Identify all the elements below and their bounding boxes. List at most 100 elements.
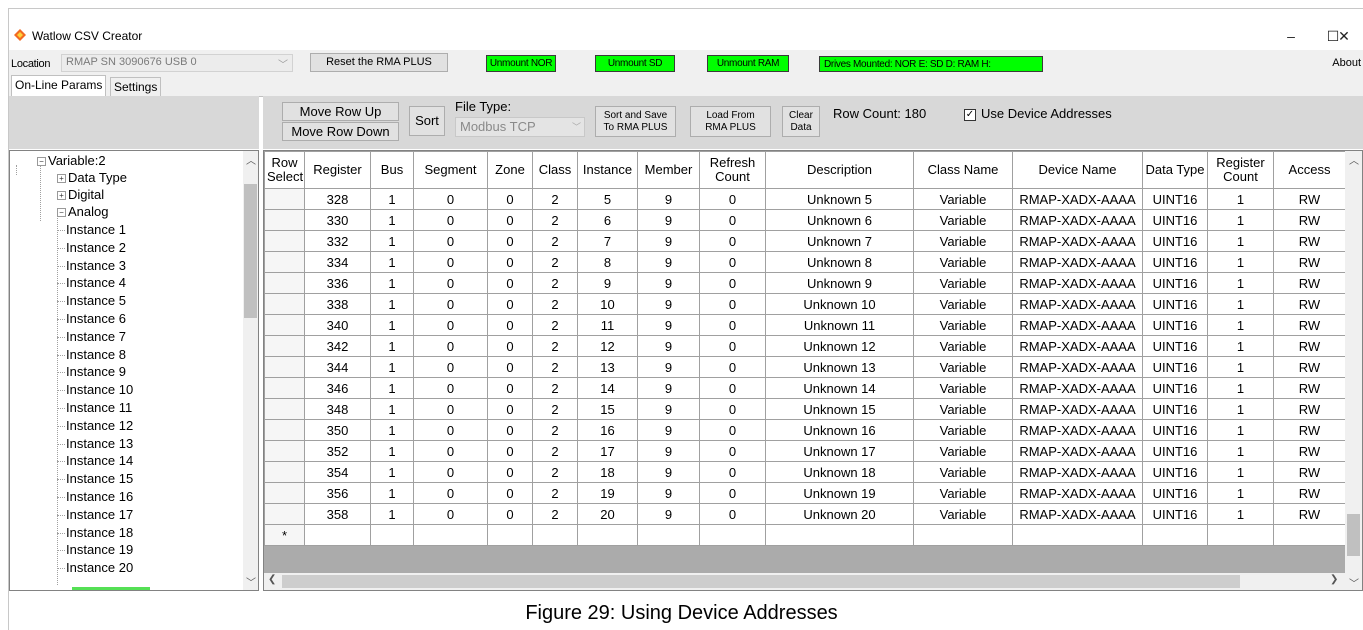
table-cell[interactable]: RW (1273, 293, 1346, 315)
table-row[interactable]: 336 1 0 0 2 9 9 0 Unknown 9 Variable RMAP-XADX-AAA… (264, 272, 1346, 294)
table-cell[interactable]: RMAP-XADX-AAAA (1012, 314, 1143, 336)
table-cell[interactable]: UINT16 (1142, 482, 1208, 504)
table-cell[interactable]: RW (1273, 377, 1346, 399)
table-cell[interactable]: 0 (413, 356, 488, 378)
row-select-cell[interactable] (264, 398, 305, 420)
table-cell[interactable]: UINT16 (1142, 314, 1208, 336)
table-cell[interactable]: 0 (413, 335, 488, 357)
table-cell[interactable]: 1 (1207, 482, 1274, 504)
table-cell[interactable]: UINT16 (1142, 356, 1208, 378)
table-cell[interactable]: 342 (304, 335, 371, 357)
file-type-select[interactable]: Modbus TCP ﹀ (455, 117, 585, 137)
table-cell[interactable]: Unknown 9 (765, 272, 914, 294)
grid-horizontal-thumb[interactable] (282, 575, 1240, 588)
table-cell[interactable]: 0 (699, 419, 766, 441)
table-cell[interactable] (765, 524, 914, 546)
row-select-cell[interactable] (264, 440, 305, 462)
table-cell[interactable]: RW (1273, 314, 1346, 336)
load-from-rma-button[interactable]: Load From RMA PLUS (690, 106, 771, 137)
table-cell[interactable]: UINT16 (1142, 293, 1208, 315)
table-cell[interactable]: RW (1273, 419, 1346, 441)
table-cell[interactable] (370, 524, 414, 546)
table-cell[interactable]: RW (1273, 209, 1346, 231)
row-select-cell[interactable]: * (264, 524, 305, 546)
table-cell[interactable]: Unknown 13 (765, 356, 914, 378)
scroll-up-icon[interactable]: ︿ (246, 152, 256, 167)
table-cell[interactable]: 1 (370, 482, 414, 504)
table-cell[interactable]: 0 (413, 440, 488, 462)
table-cell[interactable]: 12 (577, 335, 638, 357)
table-cell[interactable]: UINT16 (1142, 440, 1208, 462)
column-header[interactable]: Register Count (1207, 151, 1274, 189)
table-cell[interactable]: 2 (532, 440, 578, 462)
column-header[interactable]: Bus (370, 151, 414, 189)
row-select-cell[interactable] (264, 335, 305, 357)
collapse-icon[interactable]: − (57, 208, 66, 218)
tree-node-instance[interactable]: Instance 19 (57, 542, 133, 557)
tree-node-instance[interactable]: Instance 12 (57, 418, 133, 433)
table-cell[interactable]: 0 (699, 398, 766, 420)
table-cell[interactable]: 1 (1207, 398, 1274, 420)
table-cell[interactable]: 2 (532, 335, 578, 357)
table-cell[interactable]: Variable (913, 209, 1013, 231)
table-cell[interactable]: 1 (1207, 314, 1274, 336)
about-link[interactable]: About (1332, 57, 1361, 69)
table-cell[interactable]: RMAP-XADX-AAAA (1012, 230, 1143, 252)
table-cell[interactable]: RMAP-XADX-AAAA (1012, 209, 1143, 231)
tree-node-instance[interactable]: Instance 17 (57, 507, 133, 522)
row-select-cell[interactable] (264, 503, 305, 525)
tree-node-instance[interactable]: Instance 18 (57, 525, 133, 540)
table-cell[interactable]: 352 (304, 440, 371, 462)
table-row[interactable]: 338 1 0 0 2 10 9 0 Unknown 10 Variable RMAP-XADX-A… (264, 293, 1346, 315)
tree-node-instance[interactable]: Instance 6 (57, 311, 126, 326)
table-cell[interactable]: 0 (487, 209, 533, 231)
tree-scrollbar-thumb[interactable] (244, 184, 257, 318)
table-cell[interactable]: 9 (637, 251, 700, 273)
table-cell[interactable]: UINT16 (1142, 419, 1208, 441)
tree-view[interactable]: − Variable:2 + Data Type + Digital − Analog … (9, 150, 259, 591)
table-row[interactable]: 330 1 0 0 2 6 9 0 Unknown 6 Variable RMAP-XADX-AAA… (264, 209, 1346, 231)
table-cell[interactable]: Unknown 10 (765, 293, 914, 315)
table-cell[interactable]: 354 (304, 461, 371, 483)
table-cell[interactable]: RMAP-XADX-AAAA (1012, 188, 1143, 210)
unmount-nor-button[interactable]: Unmount NOR (486, 55, 556, 72)
location-select[interactable]: RMAP SN 3090676 USB 0 ﹀ (61, 54, 293, 72)
table-cell[interactable]: 1 (1207, 377, 1274, 399)
column-header[interactable]: Refresh Count (699, 151, 766, 189)
table-cell[interactable]: RW (1273, 188, 1346, 210)
clear-data-button[interactable]: Clear Data (782, 106, 820, 137)
table-cell[interactable] (1012, 524, 1143, 546)
table-cell[interactable]: 2 (532, 356, 578, 378)
table-cell[interactable]: 0 (487, 356, 533, 378)
table-cell[interactable]: 0 (699, 293, 766, 315)
table-cell[interactable]: 2 (532, 419, 578, 441)
grid-vertical-scrollbar[interactable]: ︿ ﹀ (1345, 151, 1362, 590)
tree-node-instance[interactable]: Instance 1 (57, 222, 126, 237)
table-cell[interactable]: 1 (370, 251, 414, 273)
table-cell[interactable]: 1 (1207, 440, 1274, 462)
table-cell[interactable]: Unknown 8 (765, 251, 914, 273)
row-select-cell[interactable] (264, 188, 305, 210)
table-cell[interactable]: 1 (1207, 356, 1274, 378)
table-cell[interactable]: 1 (1207, 503, 1274, 525)
column-header[interactable]: Class (532, 151, 578, 189)
row-select-cell[interactable] (264, 314, 305, 336)
table-cell[interactable]: 2 (532, 482, 578, 504)
table-cell[interactable]: 14 (577, 377, 638, 399)
table-cell[interactable]: RMAP-XADX-AAAA (1012, 419, 1143, 441)
table-cell[interactable]: 2 (532, 503, 578, 525)
tree-scrollbar[interactable]: ︿ ﹀ (243, 151, 258, 590)
new-row[interactable]: * (264, 524, 1346, 546)
table-cell[interactable]: 1 (1207, 209, 1274, 231)
scroll-down-icon[interactable]: ﹀ (1349, 575, 1359, 590)
table-cell[interactable]: 10 (577, 293, 638, 315)
tree-node-instance[interactable]: Instance 15 (57, 471, 133, 486)
table-cell[interactable]: Unknown 14 (765, 377, 914, 399)
table-cell[interactable]: Unknown 12 (765, 335, 914, 357)
table-cell[interactable]: Unknown 6 (765, 209, 914, 231)
column-header[interactable]: Data Type (1142, 151, 1208, 189)
reset-rma-button[interactable]: Reset the RMA PLUS (310, 53, 448, 72)
table-cell[interactable]: 9 (637, 356, 700, 378)
table-cell[interactable]: 9 (637, 272, 700, 294)
table-cell[interactable]: UINT16 (1142, 503, 1208, 525)
